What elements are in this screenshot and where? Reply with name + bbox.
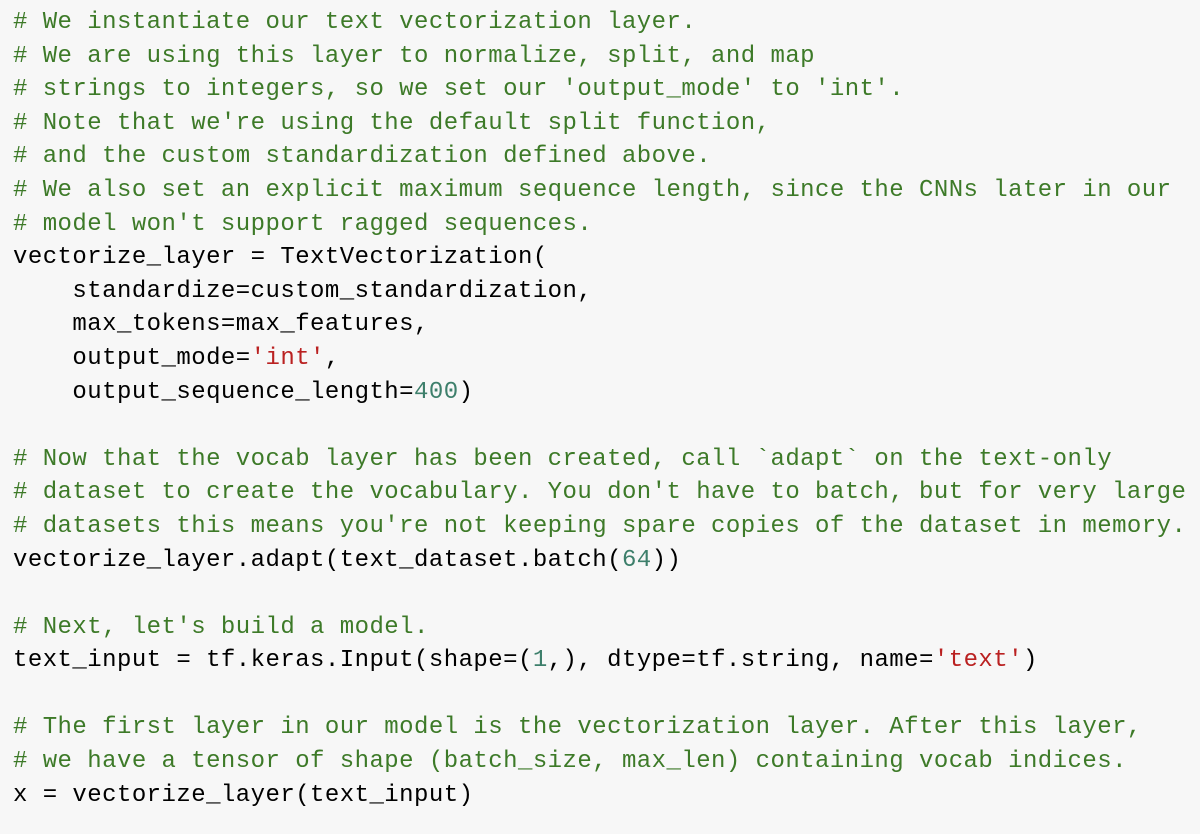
code-token-text: output_mode= bbox=[13, 344, 251, 372]
code-line: # We instantiate our text vectorization … bbox=[13, 6, 1200, 40]
code-token-text: standardize=custom_standardization, bbox=[13, 277, 593, 305]
code-line: # dataset to create the vocabulary. You … bbox=[13, 476, 1200, 510]
code-line: # We are using this layer to normalize, … bbox=[13, 40, 1200, 74]
code-line: standardize=custom_standardization, bbox=[13, 275, 1200, 309]
code-token-text: x = vectorize_layer(text_input) bbox=[13, 781, 474, 809]
code-token-comment: # we have a tensor of shape (batch_size,… bbox=[13, 748, 1127, 776]
code-line: # datasets this means you're not keeping… bbox=[13, 510, 1200, 544]
code-token-string: 'int' bbox=[250, 344, 325, 372]
code-token-number: 64 bbox=[621, 546, 652, 574]
code-line: text_input = tf.keras.Input(shape=(1,), … bbox=[13, 644, 1200, 678]
code-token-text: ,), dtype=tf.string, name= bbox=[547, 647, 934, 675]
code-token-string: 'text' bbox=[933, 647, 1023, 675]
code-cell[interactable]: # We instantiate our text vectorization … bbox=[0, 0, 1200, 834]
code-line: # Next, let's build a model. bbox=[13, 611, 1200, 645]
code-token-comment: # The first layer in our model is the ve… bbox=[13, 714, 1142, 742]
code-token-text: text_input = tf.keras.Input(shape=( bbox=[13, 647, 533, 675]
code-token-text: max_tokens=max_features, bbox=[13, 311, 429, 339]
code-token-text: output_sequence_length= bbox=[13, 378, 415, 406]
code-token-number: 400 bbox=[414, 378, 459, 406]
code-line: vectorize_layer.adapt(text_dataset.batch… bbox=[13, 544, 1200, 578]
code-token-comment: # Next, let's build a model. bbox=[13, 613, 429, 641]
code-token-comment: # and the custom standardization defined… bbox=[13, 143, 712, 171]
code-line: max_tokens=max_features, bbox=[13, 308, 1200, 342]
code-token-number: 1 bbox=[532, 647, 548, 675]
code-token-comment: # We also set an explicit maximum sequen… bbox=[13, 176, 1172, 204]
code-line: vectorize_layer = TextVectorization( bbox=[13, 241, 1200, 275]
code-token-text: , bbox=[324, 344, 340, 372]
code-block: # We instantiate our text vectorization … bbox=[13, 6, 1200, 812]
code-token-comment: # Note that we're using the default spli… bbox=[13, 109, 771, 137]
code-line: output_sequence_length=400) bbox=[13, 376, 1200, 410]
code-line: # model won't support ragged sequences. bbox=[13, 208, 1200, 242]
code-line: output_mode='int', bbox=[13, 342, 1200, 376]
code-token-comment: # model won't support ragged sequences. bbox=[13, 210, 593, 238]
code-token-comment: # We instantiate our text vectorization … bbox=[13, 9, 697, 36]
code-token-comment: # Now that the vocab layer has been crea… bbox=[13, 445, 1113, 473]
code-token-text: vectorize_layer = TextVectorization( bbox=[13, 244, 548, 272]
code-token-comment: # strings to integers, so we set our 'ou… bbox=[13, 76, 905, 104]
code-token-comment: # We are using this layer to normalize, … bbox=[13, 42, 816, 70]
code-line: # We also set an explicit maximum sequen… bbox=[13, 174, 1200, 208]
code-line: # The first layer in our model is the ve… bbox=[13, 711, 1200, 745]
code-line: # we have a tensor of shape (batch_size,… bbox=[13, 745, 1200, 779]
code-line: x = vectorize_layer(text_input) bbox=[13, 779, 1200, 813]
code-token-text: ) bbox=[458, 378, 474, 406]
code-token-comment: # dataset to create the vocabulary. You … bbox=[13, 479, 1187, 507]
code-token-text: vectorize_layer.adapt(text_dataset.batch… bbox=[13, 546, 622, 574]
code-line: # strings to integers, so we set our 'ou… bbox=[13, 73, 1200, 107]
code-token-text: ) bbox=[1023, 647, 1038, 675]
code-line: # Now that the vocab layer has been crea… bbox=[13, 443, 1200, 477]
code-token-text: )) bbox=[651, 546, 682, 574]
code-line: # and the custom standardization defined… bbox=[13, 140, 1200, 174]
code-token-comment: # datasets this means you're not keeping… bbox=[13, 512, 1187, 540]
code-line: # Note that we're using the default spli… bbox=[13, 107, 1200, 141]
